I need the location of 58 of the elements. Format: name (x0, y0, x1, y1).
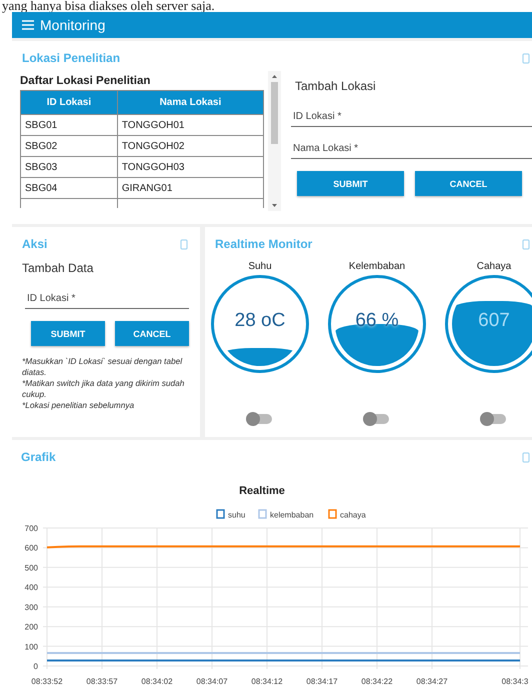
note-text: *Lokasi penelitian sebelumnya (22, 400, 136, 411)
legend-item[interactable]: suhu (216, 509, 246, 520)
legend-label: suhu (228, 510, 246, 520)
form-title: Tambah Data (21, 260, 94, 277)
form-button[interactable]: CANCEL (415, 171, 522, 196)
table-cell: SBG03 (20, 156, 118, 178)
table-title: Daftar Lokasi Penelitian (20, 74, 150, 89)
x-tick-label: 08:34:02 (141, 677, 173, 686)
card-title: Grafik (20, 449, 57, 466)
table-cell: SBG01 (20, 114, 118, 136)
gauge-value: 28 oC (234, 310, 286, 332)
app-title: Monitoring (40, 17, 106, 33)
form-title: Tambah Lokasi (294, 78, 376, 95)
note-text: *Matikan switch jika data yang dikirim sudah cukup. (22, 378, 186, 400)
note-text: *Masukkan `ID Lokasi` sesuai dengan tabel diatas. (22, 356, 184, 378)
legend-label: kelembaban (270, 510, 314, 520)
gauge-label: Cahaya (476, 260, 512, 274)
form-button[interactable]: CANCEL (115, 321, 189, 346)
column-header: ID Lokasi (20, 90, 118, 114)
form-button[interactable]: SUBMIT (31, 321, 105, 346)
x-tick-label: 08:34:3 (502, 677, 528, 686)
legend-item[interactable]: cahaya (328, 509, 366, 520)
x-tick-label: 08:34:22 (361, 677, 393, 686)
gauge-label: Kelembaban (348, 260, 406, 274)
input-field[interactable]: Nama Lokasi * (291, 139, 532, 159)
card-title: Lokasi Penelitian (21, 50, 122, 67)
chart-title: Realtime (239, 485, 285, 497)
y-tick-label: 500 (24, 563, 38, 572)
y-tick-label: 100 (24, 642, 38, 652)
x-tick-label: 08:34:27 (416, 677, 448, 686)
x-tick-label: 08:34:12 (251, 677, 283, 686)
card-title: Aksi (21, 236, 48, 253)
gauge-value: 607 (477, 310, 511, 332)
column-header: Nama Lokasi (117, 90, 264, 114)
form-button[interactable]: SUBMIT (297, 171, 404, 196)
input-field[interactable]: ID Lokasi * (291, 107, 532, 127)
input-field[interactable]: ID Lokasi * (25, 289, 189, 309)
x-tick-label: 08:33:57 (86, 677, 118, 686)
x-tick-label: 08:33:52 (31, 677, 63, 686)
gauge-label: Suhu (248, 260, 272, 274)
x-tick-label: 08:34:07 (196, 677, 228, 686)
table-cell: SBG02 (20, 136, 118, 156)
table-cell: GIRANG01 (117, 178, 264, 198)
card-title: Realtime Monitor (214, 236, 314, 253)
y-tick-label: 200 (24, 622, 38, 632)
y-tick-label: 0 (34, 662, 38, 671)
document-text: yang hanya bisa diakses oleh server saja. (1, 0, 216, 12)
table-cell: TONGGOH03 (117, 156, 264, 178)
y-tick-label: 300 (24, 602, 38, 612)
table-cell: SBG04 (20, 178, 118, 198)
legend-label: cahaya (340, 510, 366, 520)
y-tick-label: 700 (24, 524, 38, 533)
y-tick-label: 600 (24, 544, 38, 553)
table-cell: TONGGOH01 (117, 114, 264, 136)
y-tick-label: 400 (24, 583, 38, 592)
table-cell: TONGGOH02 (117, 136, 264, 156)
x-tick-label: 08:34:17 (306, 677, 338, 686)
legend-item[interactable]: kelembaban (258, 509, 314, 520)
